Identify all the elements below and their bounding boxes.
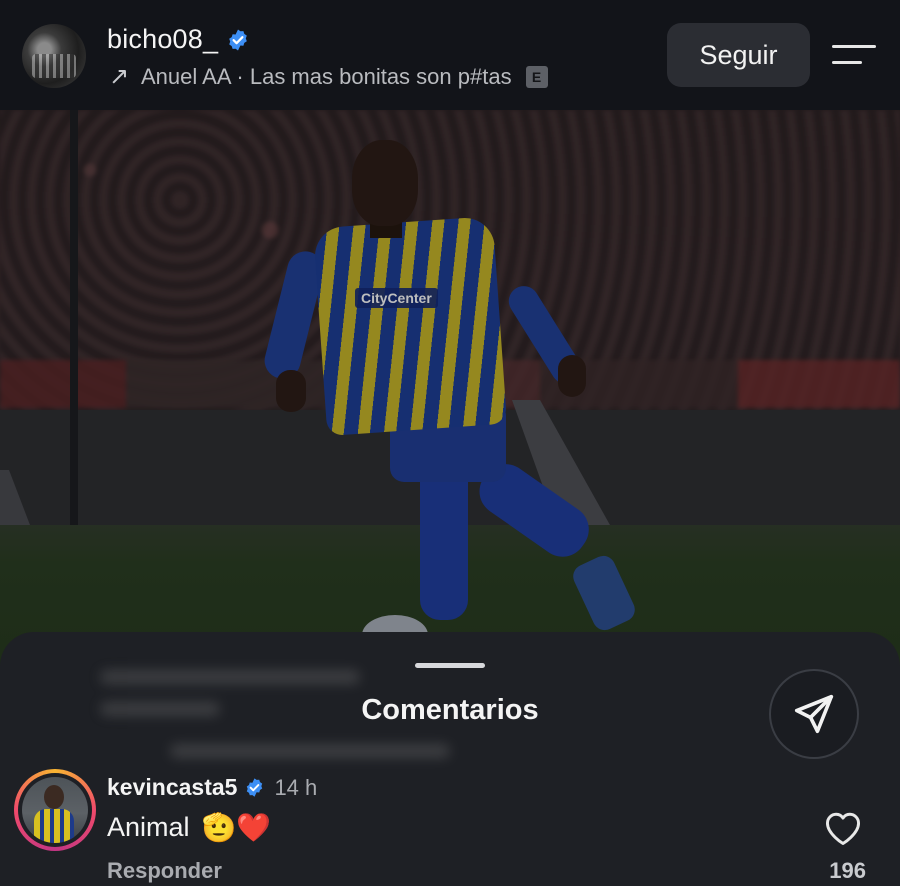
comment-text: Animal	[107, 812, 190, 842]
music-arrow-icon: ↗	[108, 63, 130, 90]
song-title[interactable]: Anuel AA · Las mas bonitas son p#tas	[141, 64, 512, 90]
author-username[interactable]: bicho08_	[107, 24, 218, 55]
comment-body: Animal 🫡❤️	[107, 812, 271, 843]
sheet-drag-handle[interactable]	[415, 663, 485, 668]
comment-emojis: 🫡❤️	[201, 811, 272, 843]
post-header: bicho08_ ↗ Anuel AA · Las mas bonitas so…	[0, 0, 900, 110]
share-send-icon	[794, 694, 834, 734]
verified-icon	[247, 778, 263, 797]
share-button[interactable]	[769, 669, 859, 759]
like-count: 196	[829, 858, 866, 883]
author-username-row[interactable]: bicho08_	[107, 24, 250, 55]
heart-icon[interactable]	[823, 810, 863, 846]
sheet-title: Comentarios	[361, 694, 539, 726]
commenter-username[interactable]: kevincasta5	[107, 774, 237, 801]
commenter-avatar[interactable]	[14, 769, 96, 851]
comment-header: kevincasta5 14 h	[107, 774, 317, 801]
comment-timestamp: 14 h	[274, 774, 318, 800]
song-row[interactable]: ↗ Anuel AA · Las mas bonitas son p#tas E	[107, 62, 548, 91]
photo-overlay	[0, 110, 900, 680]
menu-icon[interactable]	[832, 40, 878, 70]
author-avatar[interactable]	[22, 24, 86, 88]
explicit-icon: E	[525, 65, 548, 88]
reply-button[interactable]: Responder	[107, 858, 222, 884]
verified-icon	[229, 29, 248, 50]
post-photo[interactable]: CityCenter	[0, 110, 900, 680]
commenter-avatar-image	[22, 777, 88, 843]
comments-sheet: Comentarios kevincasta5 14 h Animal 🫡❤️ …	[0, 632, 900, 886]
follow-button[interactable]: Seguir	[667, 23, 810, 87]
